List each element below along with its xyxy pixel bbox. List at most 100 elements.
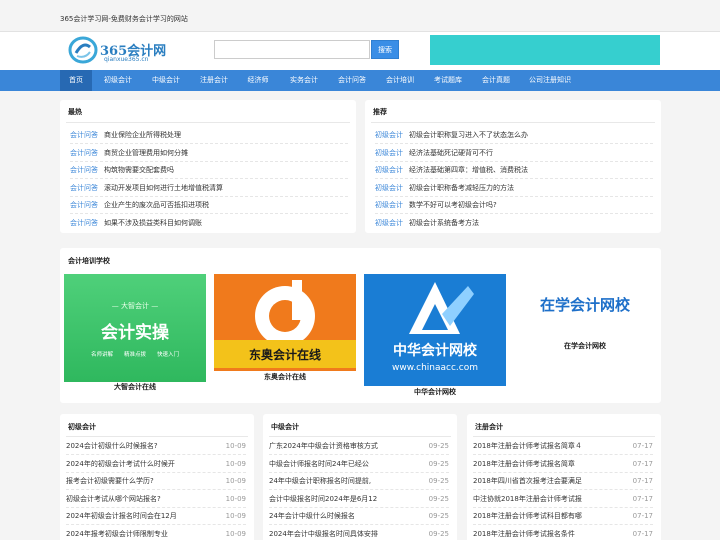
article-link[interactable]: 初级会计职称复习进入不了状态怎么办 [409, 127, 528, 143]
article-link[interactable]: 2018年四川省首次报考注会要满足 [473, 473, 582, 490]
nav-past-exams[interactable]: 会计真题 [474, 70, 518, 91]
category-link[interactable]: 初级会计 [375, 162, 403, 178]
list-item[interactable]: 中注协就2018年注册会计师考试报 07-17 [473, 491, 653, 508]
article-link[interactable]: 2024年报考初级会计师限制专业 [66, 526, 168, 540]
list-item[interactable]: 初级会计 初级会计系统备考方法 [375, 215, 653, 232]
list-item[interactable]: 2024年报考初级会计师限制专业 10-09 [66, 526, 246, 540]
list-item[interactable]: 2024年初级会计报名时间会在12月 10-09 [66, 508, 246, 525]
article-link[interactable]: 经济法基础死记硬背可不行 [409, 145, 493, 161]
school-banner-dongao[interactable]: 东奥会计在线 [214, 274, 356, 371]
article-link[interactable]: 经济法基础第四章：增值税、消费税法 [409, 162, 528, 178]
nav-question-bank[interactable]: 考试题库 [426, 70, 470, 91]
school-banner-zaixue[interactable]: 在学会计网校 [514, 274, 656, 338]
article-link[interactable]: 企业产生的废次品可否抵扣进项税 [104, 197, 209, 213]
category-link[interactable]: 会计问答 [70, 215, 98, 231]
category-link[interactable]: 会计问答 [70, 180, 98, 196]
list-item[interactable]: 2018年四川省首次报考注会要满足 07-17 [473, 473, 653, 490]
article-link[interactable]: 2018年注册会计师考试报名简章 [473, 456, 575, 473]
school-name[interactable]: 大智会计在线 [64, 382, 206, 392]
category-link[interactable]: 初级会计 [375, 215, 403, 231]
column-title[interactable]: 注册会计 [475, 422, 503, 432]
article-link[interactable]: 构筑物需要交配套费吗 [104, 162, 174, 178]
list-item[interactable]: 2024年的初级会计考试什么时候开 10-09 [66, 456, 246, 473]
category-link[interactable]: 会计问答 [70, 145, 98, 161]
category-link[interactable]: 会计问答 [70, 162, 98, 178]
article-link[interactable]: 中级会计师报名时间24年已经公 [269, 456, 369, 473]
nav-accounting-qa[interactable]: 会计问答 [330, 70, 374, 91]
category-link[interactable]: 初级会计 [375, 145, 403, 161]
list-item[interactable]: 2018年注册会计师考试报名简章４ 07-17 [473, 438, 653, 455]
search-input[interactable] [214, 40, 370, 59]
nav-practical-accounting[interactable]: 实务会计 [282, 70, 326, 91]
article-link[interactable]: 2018年注册会计师考试报名条件 [473, 526, 575, 540]
list-item[interactable]: 2024年会计中级报名时间具体安排 09-25 [269, 526, 449, 540]
category-link[interactable]: 会计问答 [70, 197, 98, 213]
nav-cpa[interactable]: 注册会计 [192, 70, 236, 91]
list-item[interactable]: 初级会计 初级会计职称备考减轻压力的方法 [375, 180, 653, 197]
list-item[interactable]: 会计问答 构筑物需要交配套费吗 [70, 162, 348, 179]
category-link[interactable]: 初级会计 [375, 127, 403, 143]
school-card-chinaacc[interactable]: 中华会计网校 www.chinaacc.com 中华会计网校 [364, 274, 506, 399]
article-link[interactable]: 24年中级会计职称报名时间提前, [269, 473, 371, 490]
article-link[interactable]: 广东2024年中级会计资格审核方式 [269, 438, 378, 455]
search-button[interactable]: 搜索 [371, 40, 399, 59]
article-link[interactable]: 2024会计初级什么时候报名? [66, 438, 158, 455]
nav-junior-accounting[interactable]: 初级会计 [96, 70, 140, 91]
list-item[interactable]: 初级会计考试从哪个网站报名? 10-09 [66, 491, 246, 508]
header-banner[interactable] [430, 35, 660, 65]
list-item[interactable]: 初级会计 数学不好可以考初级会计吗? [375, 197, 653, 214]
school-name[interactable]: 中华会计网校 [364, 387, 506, 397]
article-link[interactable]: 2024年初级会计报名时间会在12月 [66, 508, 177, 525]
school-banner-chinaacc[interactable]: 中华会计网校 www.chinaacc.com [364, 274, 506, 386]
nav-economist[interactable]: 经济师 [240, 70, 276, 91]
article-link[interactable]: 初级会计系统备考方法 [409, 215, 479, 231]
list-item[interactable]: 广东2024年中级会计资格审核方式 09-25 [269, 438, 449, 455]
list-item[interactable]: 初级会计 经济法基础第四章：增值税、消费税法 [375, 162, 653, 179]
list-item[interactable]: 2018年注册会计师考试科目都有哪 07-17 [473, 508, 653, 525]
list-item[interactable]: 会计问答 企业产生的废次品可否抵扣进项税 [70, 197, 348, 214]
nav-intermediate-accounting[interactable]: 中级会计 [144, 70, 188, 91]
list-item[interactable]: 初级会计 初级会计职称复习进入不了状态怎么办 [375, 127, 653, 144]
nav-company-registration[interactable]: 公司注册知识 [522, 70, 578, 91]
site-logo[interactable]: 365会计网 qianxue365.cn [68, 34, 178, 70]
category-link[interactable]: 初级会计 [375, 180, 403, 196]
article-link[interactable]: 商贸企业管理费用如何分摊 [104, 145, 188, 161]
article-link[interactable]: 报考会计初级需要什么学历? [66, 473, 154, 490]
list-item[interactable]: 会计问答 滚动开发项目如何进行土地增值税清算 [70, 180, 348, 197]
school-name[interactable]: 东奥会计在线 [214, 372, 356, 382]
nav-accounting-training[interactable]: 会计培训 [378, 70, 422, 91]
list-item[interactable]: 初级会计 经济法基础死记硬背可不行 [375, 145, 653, 162]
list-item[interactable]: 24年中级会计职称报名时间提前, 09-25 [269, 473, 449, 490]
nav-home[interactable]: 首页 [60, 70, 92, 91]
list-item[interactable]: 2024会计初级什么时候报名? 10-09 [66, 438, 246, 455]
school-card-zaixue[interactable]: 在学会计网校 在学会计网校 [514, 274, 656, 399]
article-link[interactable]: 商业保险企业所得税处理 [104, 127, 181, 143]
article-link[interactable]: 24年会计中级什么时候报名 [269, 508, 355, 525]
article-link[interactable]: 中注协就2018年注册会计师考试报 [473, 491, 582, 508]
category-link[interactable]: 初级会计 [375, 197, 403, 213]
list-item[interactable]: 会计问答 商贸企业管理费用如何分摊 [70, 145, 348, 162]
list-item[interactable]: 2018年注册会计师考试报名条件 07-17 [473, 526, 653, 540]
article-link[interactable]: 初级会计职称备考减轻压力的方法 [409, 180, 514, 196]
article-link[interactable]: 会计中级报名时间2024年是6月12 [269, 491, 377, 508]
list-item[interactable]: 报考会计初级需要什么学历? 10-09 [66, 473, 246, 490]
list-item[interactable]: 中级会计师报名时间24年已经公 09-25 [269, 456, 449, 473]
school-card-dazhi[interactable]: — 大智会计 — 会计实操 名师讲解 精准点拨 快速入门 大智会计在线 [64, 274, 206, 399]
list-item[interactable]: 24年会计中级什么时候报名 09-25 [269, 508, 449, 525]
article-link[interactable]: 2024年会计中级报名时间具体安排 [269, 526, 378, 540]
column-title[interactable]: 初级会计 [68, 422, 96, 432]
list-item[interactable]: 会计问答 商业保险企业所得税处理 [70, 127, 348, 144]
article-link[interactable]: 2018年注册会计师考试科目都有哪 [473, 508, 582, 525]
school-banner-dazhi[interactable]: — 大智会计 — 会计实操 名师讲解 精准点拨 快速入门 [64, 274, 206, 382]
article-link[interactable]: 初级会计考试从哪个网站报名? [66, 491, 161, 508]
article-link[interactable]: 滚动开发项目如何进行土地增值税清算 [104, 180, 223, 196]
category-link[interactable]: 会计问答 [70, 127, 98, 143]
article-link[interactable]: 如果不涉及损益类科目如何调账 [104, 215, 202, 231]
article-link[interactable]: 数学不好可以考初级会计吗? [409, 197, 497, 213]
article-link[interactable]: 2024年的初级会计考试什么时候开 [66, 456, 175, 473]
list-item[interactable]: 会计问答 如果不涉及损益类科目如何调账 [70, 215, 348, 232]
list-item[interactable]: 2018年注册会计师考试报名简章 07-17 [473, 456, 653, 473]
school-card-dongao[interactable]: 东奥会计在线 东奥会计在线 [214, 274, 356, 399]
list-item[interactable]: 会计中级报名时间2024年是6月12 09-25 [269, 491, 449, 508]
article-link[interactable]: 2018年注册会计师考试报名简章４ [473, 438, 582, 455]
